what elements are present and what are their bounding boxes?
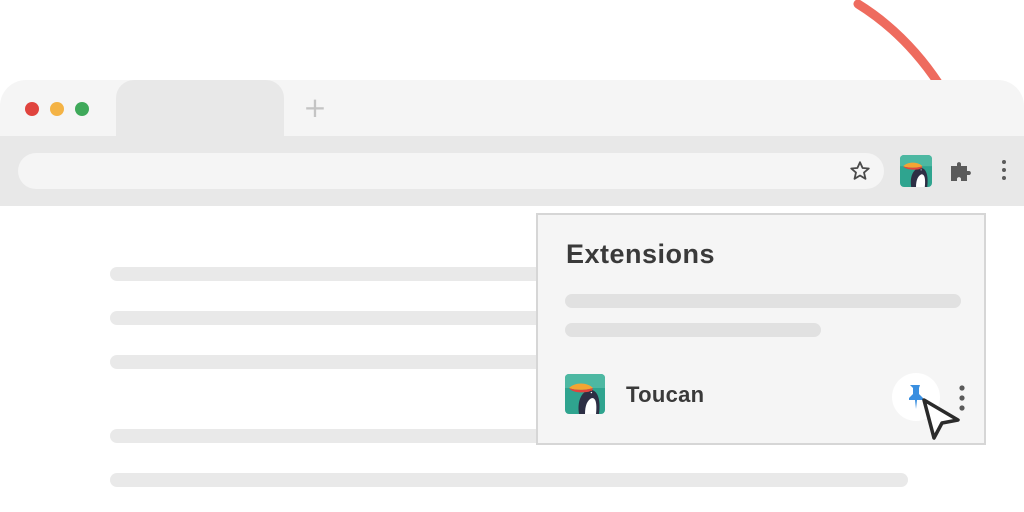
placeholder-line: [110, 473, 908, 487]
close-window-button[interactable]: [25, 102, 39, 116]
toucan-icon[interactable]: [900, 155, 932, 187]
new-tab-button[interactable]: +: [302, 93, 328, 123]
tab-strip: +: [0, 80, 1024, 136]
extension-name: Toucan: [626, 382, 705, 407]
mouse-cursor-icon: [922, 398, 960, 440]
placeholder-line: [110, 429, 550, 443]
address-bar[interactable]: [18, 153, 884, 189]
placeholder-line: [565, 323, 821, 337]
placeholder-line: [110, 267, 550, 281]
placeholder-line: [565, 294, 961, 308]
popup-title: Extensions: [566, 239, 716, 269]
toolbar: [0, 136, 1024, 206]
maximize-window-button[interactable]: [75, 102, 89, 116]
placeholder-line: [110, 311, 550, 325]
kebab-menu-icon[interactable]: [996, 158, 1012, 182]
toucan-icon: [565, 374, 605, 414]
puzzle-icon[interactable]: [948, 157, 974, 183]
star-icon[interactable]: [848, 159, 872, 183]
minimize-window-button[interactable]: [50, 102, 64, 116]
active-tab[interactable]: [116, 80, 284, 136]
illustration: + Extensions Toucan: [0, 0, 1024, 512]
placeholder-line: [110, 355, 550, 369]
